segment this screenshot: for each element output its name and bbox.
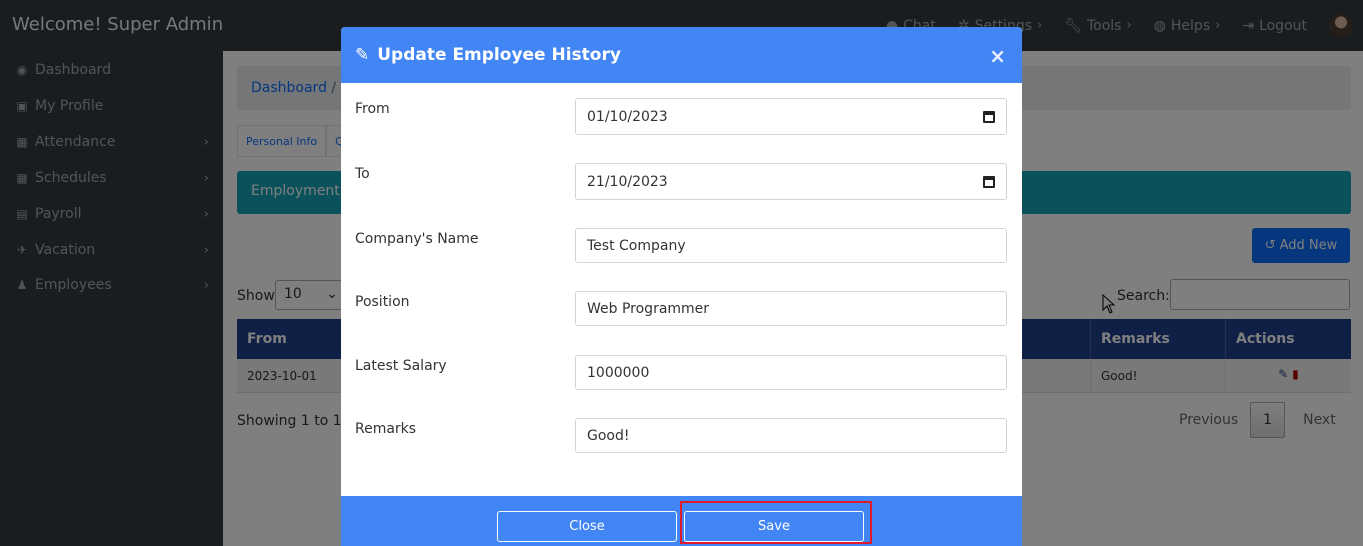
remarks-label: Remarks xyxy=(355,421,417,437)
save-button-highlight xyxy=(680,501,872,544)
to-label: To xyxy=(355,166,370,182)
remarks-value: Good! xyxy=(587,427,630,444)
to-date-value: 21/10/2023 xyxy=(587,173,668,190)
position-label: Position xyxy=(355,294,410,310)
edit-icon: ✎ xyxy=(355,45,370,65)
company-label: Company's Name xyxy=(355,231,479,247)
latest-salary-value: 1000000 xyxy=(587,364,650,381)
remarks-input[interactable]: Good! xyxy=(575,418,1007,453)
calendar-icon[interactable] xyxy=(983,110,995,123)
from-date-value: 01/10/2023 xyxy=(587,108,668,125)
salary-label: Latest Salary xyxy=(355,358,447,374)
from-label: From xyxy=(355,101,390,117)
calendar-icon[interactable] xyxy=(983,175,995,188)
position-input[interactable]: Web Programmer xyxy=(575,291,1007,326)
latest-salary-input[interactable]: 1000000 xyxy=(575,355,1007,390)
company-name-value: Test Company xyxy=(587,237,686,254)
from-date-input[interactable]: 01/10/2023 xyxy=(575,98,1007,135)
update-employee-history-modal: ✎ Update Employee History × From 01/10/2… xyxy=(341,27,1022,546)
close-icon[interactable]: × xyxy=(989,44,1006,68)
modal-title: ✎ Update Employee History xyxy=(355,45,621,65)
to-date-input[interactable]: 21/10/2023 xyxy=(575,163,1007,200)
close-button[interactable]: Close xyxy=(497,511,677,542)
position-value: Web Programmer xyxy=(587,300,710,317)
modal-title-text: Update Employee History xyxy=(377,45,621,65)
company-name-input[interactable]: Test Company xyxy=(575,228,1007,263)
modal-header: ✎ Update Employee History × xyxy=(341,27,1022,83)
